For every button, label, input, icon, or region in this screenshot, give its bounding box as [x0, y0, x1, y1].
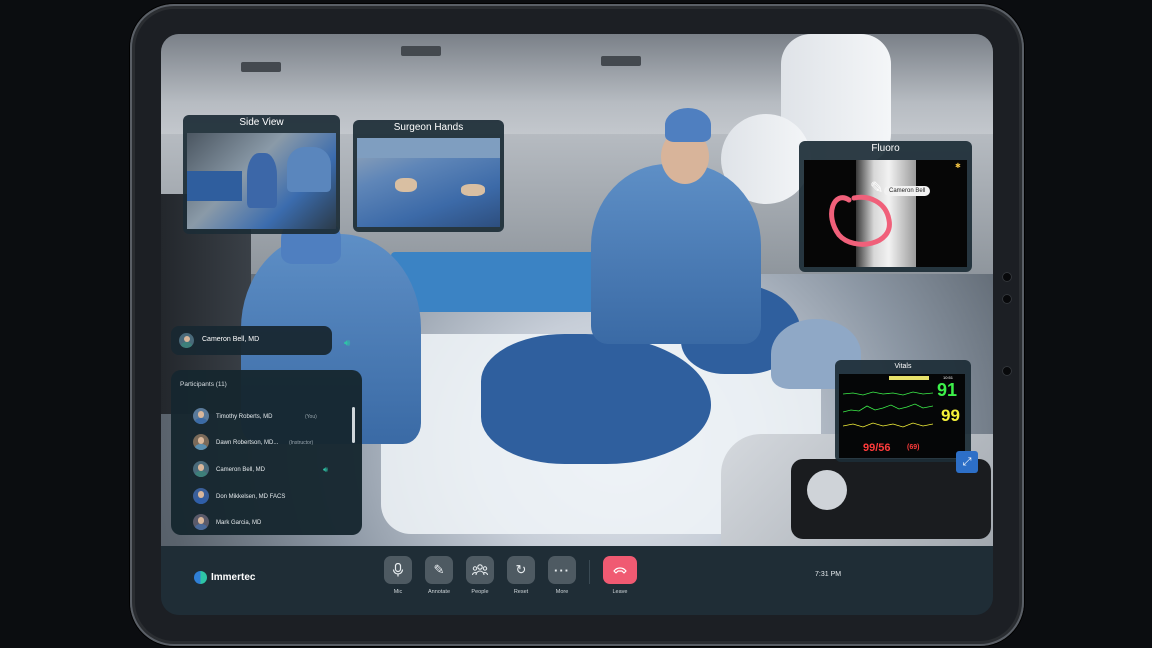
participants-scrollbar[interactable]	[352, 407, 355, 443]
fluoro-image: ✎ Cameron Bell ✱	[804, 160, 967, 267]
participants-panel: Participants (11) Timothy Roberts, MD (Y…	[171, 370, 362, 535]
surgeon-center	[591, 164, 761, 344]
speaker-icon: 🔊︎	[344, 338, 351, 349]
toolbar-divider	[589, 560, 590, 584]
blood-pressure-value: 99/56	[863, 442, 891, 454]
expand-icon: ⤢	[962, 455, 972, 468]
participant-row[interactable]: Dawn Robertson, MD... (Instructor)	[193, 434, 343, 454]
spo2-value: 99	[941, 406, 960, 425]
avatar	[193, 408, 209, 424]
waveforms	[843, 391, 933, 428]
annotate-button[interactable]: ✎	[425, 556, 453, 584]
surgeon-cap	[665, 108, 711, 142]
ceiling-vent	[241, 62, 281, 72]
avatar	[193, 514, 209, 530]
vitals-monitor: 10:51 91 99 99/56 (69)	[839, 374, 965, 458]
reset-icon: ↻	[515, 562, 527, 577]
camera-dot	[1002, 272, 1012, 282]
vitals-title: Vitals	[894, 363, 912, 370]
participant-row[interactable]: Cameron Bell, MD 🔊︎	[193, 461, 343, 481]
annotate-label: Annotate	[427, 589, 451, 595]
leave-label: Leave	[612, 589, 628, 595]
surgeon-hands-title: Surgeon Hands	[393, 122, 464, 133]
participant-row[interactable]: Timothy Roberts, MD (You)	[193, 408, 343, 428]
brand-name: Immertec	[211, 571, 256, 583]
more-label: More	[555, 589, 569, 595]
participants-header: Participants (11)	[180, 381, 227, 388]
hang-up-icon	[613, 567, 627, 574]
fluoro-marker-icon: ✱	[955, 163, 961, 170]
participant-row[interactable]: Don Mikkelsen, MD FACS	[193, 488, 343, 508]
avatar	[193, 434, 209, 450]
surgeon-hands-panel[interactable]: Surgeon Hands	[353, 120, 504, 232]
side-view-video	[187, 133, 336, 229]
alarm-bar	[889, 376, 929, 380]
ceiling-vent	[601, 56, 641, 66]
avatar	[193, 461, 209, 477]
people-button[interactable]	[466, 556, 494, 584]
fluoro-title: Fluoro	[871, 143, 900, 154]
sensor-dot	[1002, 294, 1012, 304]
console-dial	[807, 470, 847, 510]
leave-button[interactable]	[603, 556, 637, 584]
surgeon-hands-video	[357, 138, 500, 227]
bottom-toolbar: Immertec Mic ✎ Annotate People ↻ Reset ·…	[161, 546, 993, 615]
participant-name: Timothy Roberts, MD	[216, 414, 273, 420]
annotation-label: Cameron Bell	[884, 186, 931, 196]
sensor-dot	[1002, 366, 1012, 376]
side-view-panel[interactable]: Side View	[183, 115, 340, 234]
annotation-circle	[829, 194, 892, 247]
participant-name: Dawn Robertson, MD...	[216, 440, 279, 446]
avatar	[179, 333, 194, 348]
active-speaker-pill: Cameron Bell, MD	[171, 326, 332, 355]
participant-name: Mark Garcia, MD	[216, 520, 262, 526]
reset-label: Reset	[513, 589, 529, 595]
app-screen: Side View Surgeon Hands Fluoro ✎ Cameron…	[161, 34, 993, 615]
side-view-title: Side View	[239, 117, 284, 128]
mic-icon	[392, 563, 404, 577]
ceiling-vent	[401, 46, 441, 56]
clock: 7:31 PM	[815, 571, 842, 578]
participant-name: Don Mikkelsen, MD FACS	[216, 494, 286, 500]
people-icon	[472, 564, 488, 576]
participant-row[interactable]: Mark Garcia, MD	[193, 514, 343, 534]
participant-tag: (Instructor)	[289, 440, 314, 446]
immertec-logo-icon	[194, 570, 207, 584]
avatar	[193, 488, 209, 504]
fluoro-panel[interactable]: Fluoro ✎ Cameron Bell ✱	[799, 141, 972, 272]
active-speaker-name: Cameron Bell, MD	[202, 336, 260, 343]
brand-logo: Immertec	[194, 569, 255, 585]
participant-tag: (You)	[305, 414, 317, 420]
speaker-icon: 🔊︎	[323, 465, 329, 474]
annotation-pen-icon: ✎	[870, 180, 884, 197]
participant-name: Cameron Bell, MD	[216, 467, 266, 473]
reset-button[interactable]: ↻	[507, 556, 535, 584]
pencil-icon: ✎	[433, 562, 445, 577]
vitals-panel[interactable]: Vitals 10:51 91 99 99/56 (69)	[835, 360, 971, 462]
mic-button[interactable]	[384, 556, 412, 584]
people-label: People	[471, 589, 489, 595]
mean-arterial-pressure: (69)	[907, 444, 920, 451]
heart-rate-value: 91	[937, 380, 958, 400]
expand-vitals-button[interactable]: ⤢	[956, 451, 978, 473]
mic-label: Mic	[393, 589, 403, 595]
more-icon: ···	[554, 562, 570, 578]
more-button[interactable]: ···	[548, 556, 576, 584]
